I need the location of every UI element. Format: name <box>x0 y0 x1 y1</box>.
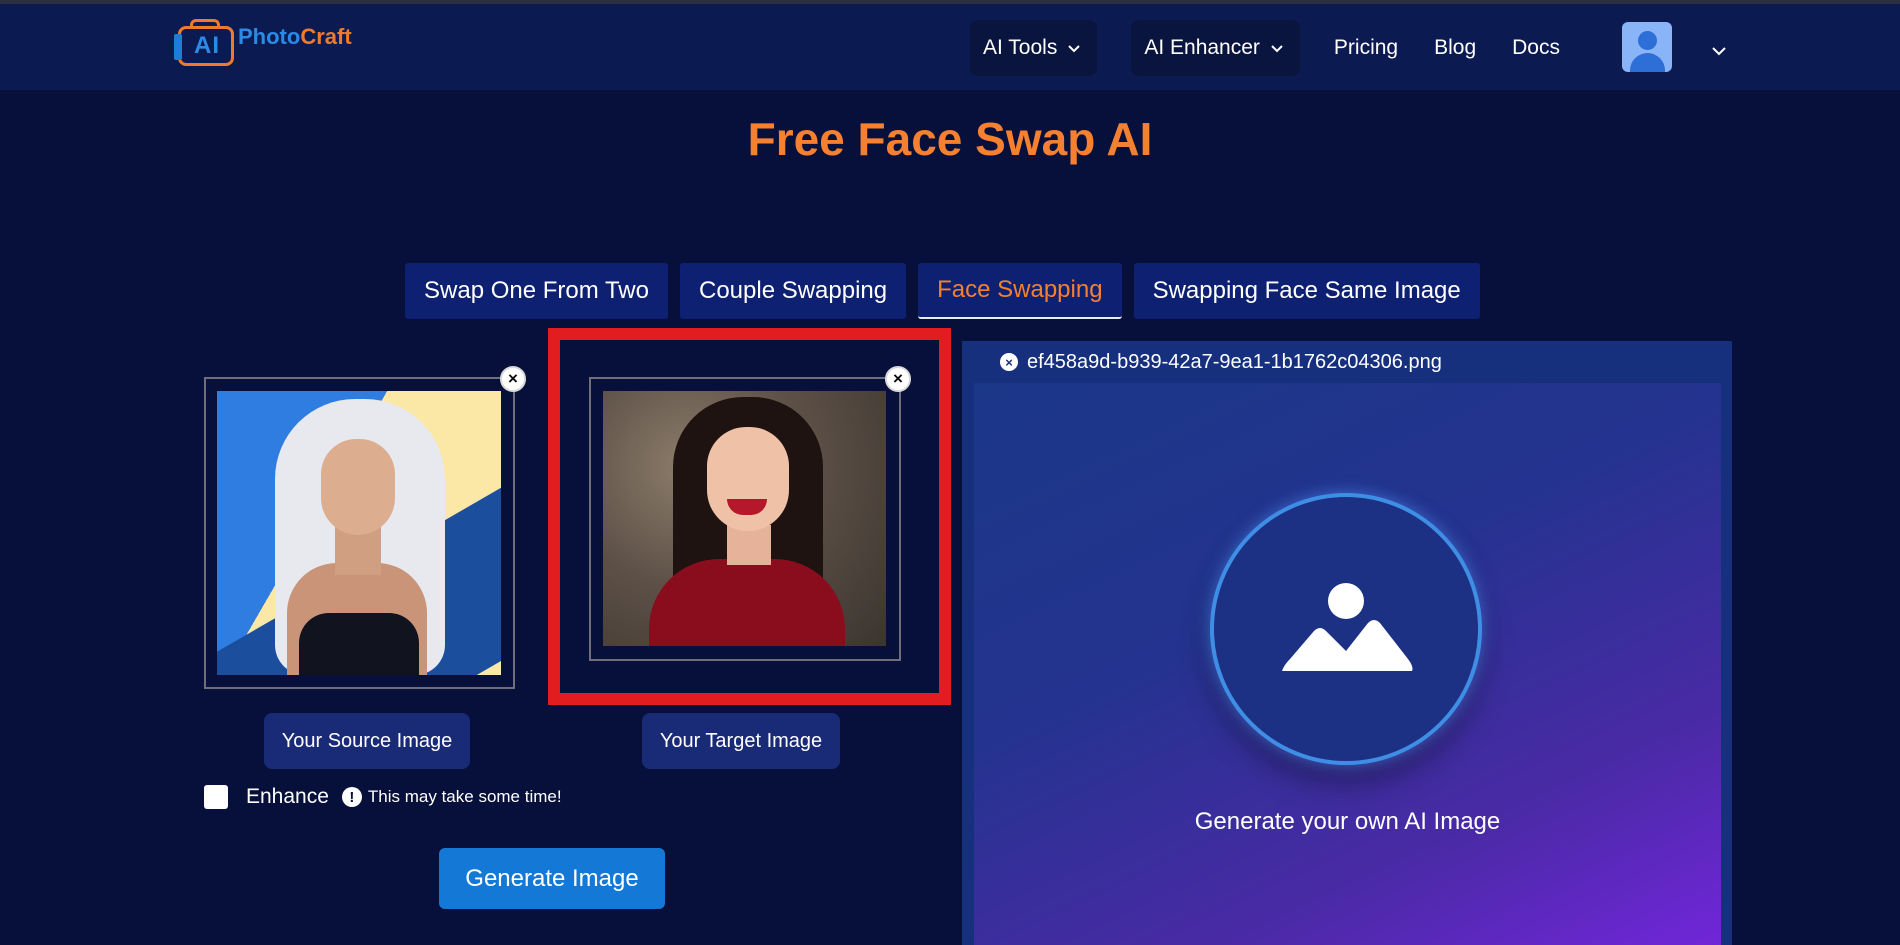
nav-ai-tools-dropdown[interactable]: AI Tools <box>970 20 1098 76</box>
enhance-checkbox[interactable] <box>204 785 228 809</box>
chevron-down-icon <box>1271 45 1283 53</box>
tab-couple-swapping[interactable]: Couple Swapping <box>679 263 907 319</box>
info-icon: ! <box>341 787 362 807</box>
result-file-name: ef458a9d-b939-42a7-9ea1-1b1762c04306.png <box>1027 350 1442 373</box>
result-placeholder-text: Generate your own AI Image <box>1194 808 1501 835</box>
logo-wordmark-photo: Photo <box>238 24 301 49</box>
image-placeholder-circle <box>1210 493 1482 765</box>
enhance-label: Enhance <box>246 785 329 808</box>
enhance-option: Enhance ! This may take some time! <box>204 784 562 810</box>
page-title: Free Face Swap AI <box>747 113 1153 165</box>
chevron-down-icon <box>1068 45 1081 53</box>
tab-swapping-face-same-image[interactable]: Swapping Face Same Image <box>1133 263 1480 319</box>
swap-mode-tabs: Swap One From Two Couple Swapping Face S… <box>405 263 1492 319</box>
source-image-label-button[interactable]: Your Source Image <box>264 713 470 769</box>
camera-logo-icon: AI <box>174 18 236 68</box>
result-file-row: × ef458a9d-b939-42a7-9ea1-1b1762c04306.p… <box>1000 350 1442 374</box>
site-header: AI PhotoCraft AI Tools AI Enhancer Prici… <box>0 4 1900 90</box>
user-icon-body <box>1630 53 1665 72</box>
logo-wordmark-craft: Craft <box>300 24 352 49</box>
nav-pricing-link[interactable]: Pricing <box>1334 36 1398 60</box>
target-image-label-button[interactable]: Your Target Image <box>642 713 840 769</box>
remove-target-close-icon[interactable]: × <box>885 366 911 392</box>
remove-source-close-icon[interactable]: × <box>500 366 526 392</box>
account-menu-chevron-icon[interactable] <box>1711 45 1727 57</box>
nav-docs-link[interactable]: Docs <box>1512 36 1560 60</box>
nav-ai-enhancer-dropdown[interactable]: AI Enhancer <box>1131 20 1300 76</box>
logo-wordmark: PhotoCraft <box>238 24 352 50</box>
enhance-info-text: This may take some time! <box>367 787 562 806</box>
nav-blog-link[interactable]: Blog <box>1434 36 1476 60</box>
remove-file-close-icon[interactable]: × <box>1000 353 1018 371</box>
tab-swap-one-from-two[interactable]: Swap One From Two <box>405 263 668 319</box>
user-avatar[interactable] <box>1622 22 1672 72</box>
source-image-preview <box>217 391 501 675</box>
logo-ai-text: AI <box>194 32 220 59</box>
generate-image-button[interactable]: Generate Image <box>439 848 665 909</box>
site-logo[interactable]: AI PhotoCraft <box>174 14 352 72</box>
nav-ai-enhancer-label: AI Enhancer <box>1144 36 1260 59</box>
nav-ai-tools-label: AI Tools <box>983 36 1058 59</box>
target-image-preview <box>603 391 886 646</box>
main-nav: AI Tools AI Enhancer Pricing Blog Docs <box>970 20 1596 76</box>
tab-face-swapping[interactable]: Face Swapping <box>918 263 1122 319</box>
image-icon <box>1282 583 1413 671</box>
user-icon-head <box>1638 31 1657 50</box>
